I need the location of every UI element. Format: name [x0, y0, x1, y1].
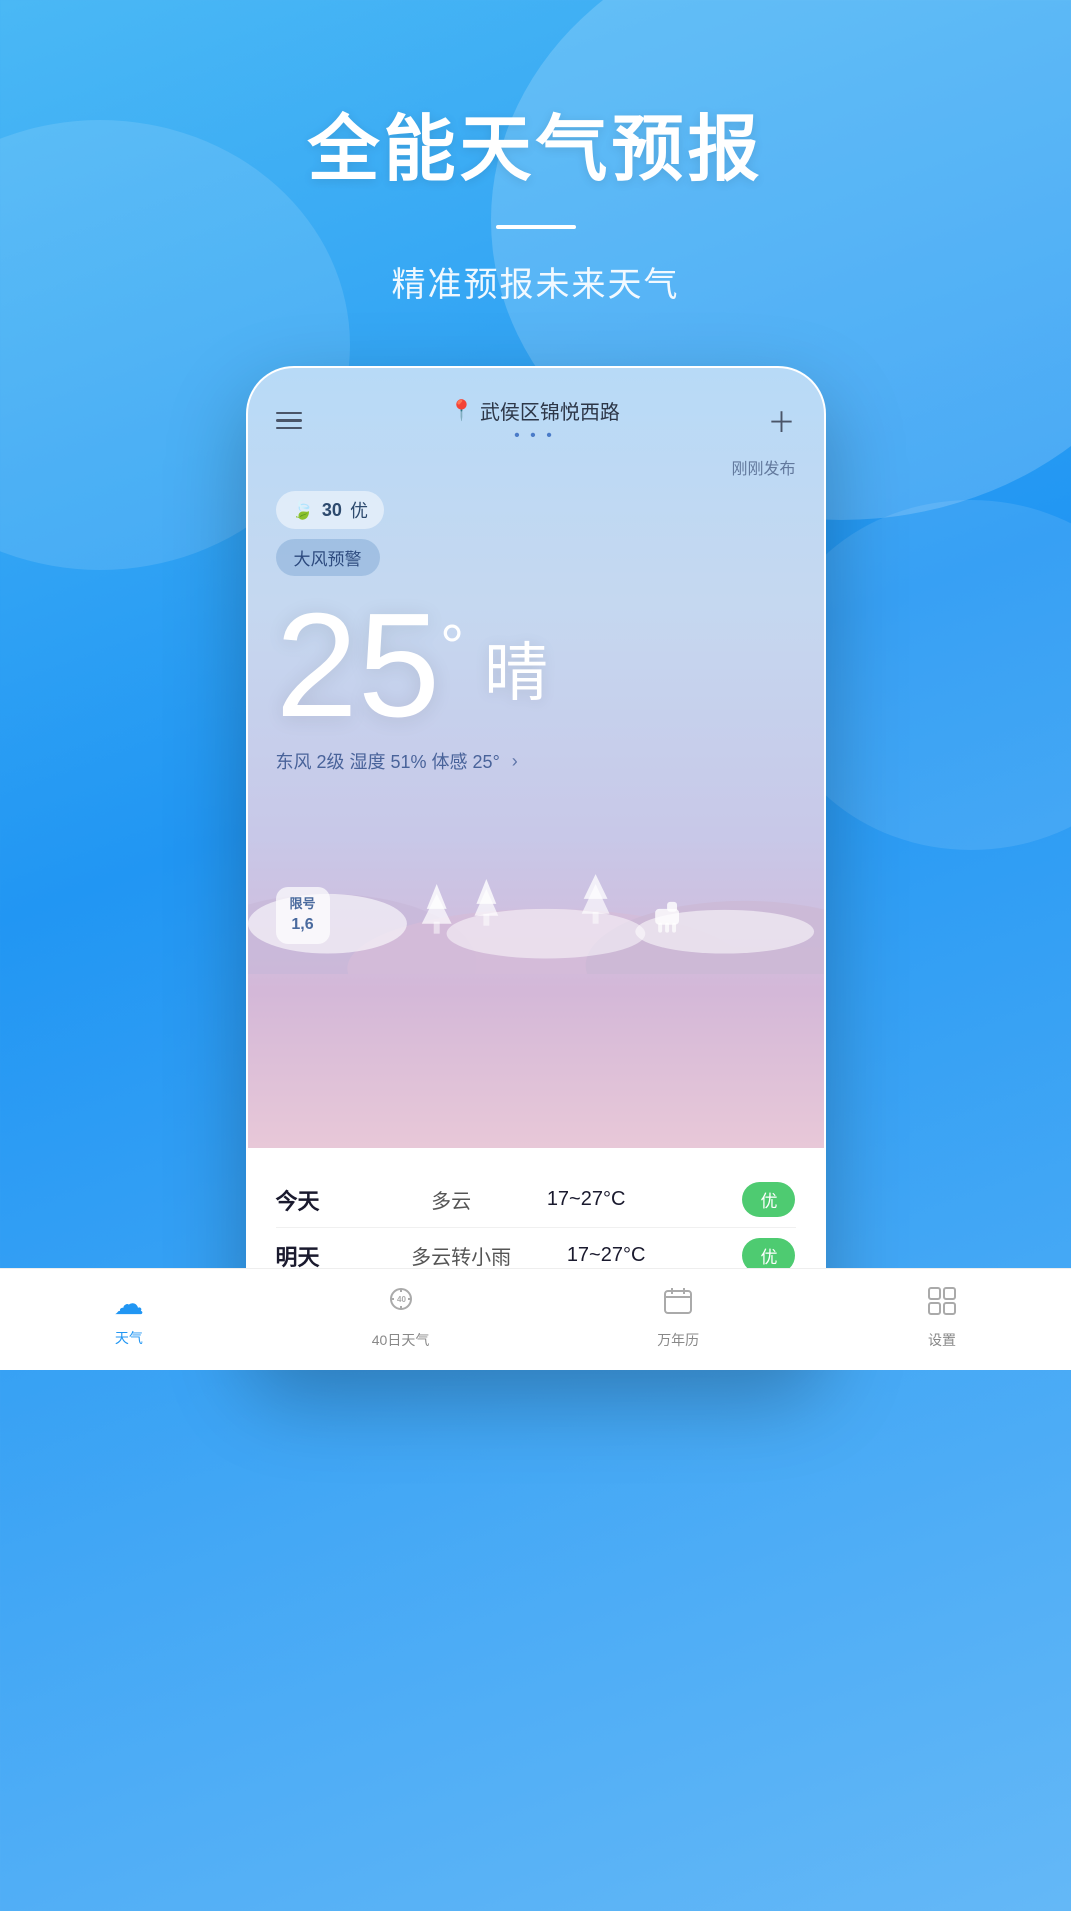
title-divider	[496, 225, 576, 229]
wind-details: 东风 2级 湿度 51% 体感 25°	[276, 748, 500, 774]
location-name: 武侯区锦悦西路	[480, 396, 620, 425]
restriction-title: 限号	[290, 895, 316, 913]
forecast-day-tomorrow: 明天	[276, 1240, 356, 1272]
aqi-badge: 🍃 30 优	[276, 491, 384, 529]
svg-text:40: 40	[397, 1295, 406, 1304]
calendar-nav-icon	[663, 1286, 693, 1324]
location-info: 📍 武侯区锦悦西路 • • •	[449, 396, 620, 445]
forecast-condition-today: 多云	[431, 1185, 471, 1214]
chevron-right-icon: ›	[512, 751, 518, 772]
location-dots: • • •	[449, 427, 620, 445]
40day-nav-label: 40日天气	[372, 1330, 430, 1350]
restriction-badge: 限号 1,6	[276, 887, 330, 944]
add-location-button[interactable]: ＋	[767, 401, 795, 441]
restriction-numbers: 1,6	[290, 914, 316, 936]
wind-info: 东风 2级 湿度 51% 体感 25° ›	[276, 748, 796, 774]
forecast-temp-tomorrow: 17~27°C	[567, 1244, 687, 1267]
location-pin-icon: 📍	[449, 398, 474, 423]
phone-mockup: 📍 武侯区锦悦西路 • • • ＋ 刚刚发布 🍃 30 优 大风预警 25	[0, 366, 1071, 1370]
scene-illustration: 限号 1,6	[248, 794, 824, 974]
degree-symbol: °	[440, 612, 464, 681]
weather-screen: 📍 武侯区锦悦西路 • • • ＋ 刚刚发布 🍃 30 优 大风预警 25	[248, 368, 824, 1148]
aqi-label: 优	[350, 497, 368, 523]
forecast-day-today: 今天	[276, 1184, 356, 1216]
aqi-number: 30	[322, 500, 342, 521]
warning-badge[interactable]: 大风预警	[276, 539, 380, 576]
weather-description: 晴	[484, 622, 548, 714]
temperature-display: 25 ° 晴	[276, 592, 796, 740]
menu-button[interactable]	[276, 412, 302, 430]
forecast-temp-today: 17~27°C	[547, 1188, 667, 1211]
forecast-condition-tomorrow: 多云转小雨	[411, 1241, 511, 1270]
phone-frame: 📍 武侯区锦悦西路 • • • ＋ 刚刚发布 🍃 30 优 大风预警 25	[246, 366, 826, 1370]
subtitle: 精准预报未来天气	[0, 257, 1071, 306]
main-temperature: 25	[276, 592, 441, 740]
publish-time: 刚刚发布	[276, 455, 796, 479]
bottom-navigation: ☁ 天气 40 40日天气	[246, 1268, 826, 1370]
forecast-row-today: 今天 多云 17~27°C 优	[276, 1172, 796, 1228]
nav-40day[interactable]: 40 40日天气	[372, 1285, 430, 1350]
main-title: 全能天气预报	[0, 90, 1071, 195]
nav-calendar[interactable]: 万年历	[657, 1286, 699, 1350]
40day-nav-icon: 40	[385, 1285, 417, 1324]
calendar-nav-label: 万年历	[657, 1330, 699, 1350]
leaf-icon: 🍃	[292, 500, 314, 521]
phone-topbar: 📍 武侯区锦悦西路 • • • ＋	[276, 396, 796, 445]
quality-badge-today: 优	[742, 1182, 795, 1217]
